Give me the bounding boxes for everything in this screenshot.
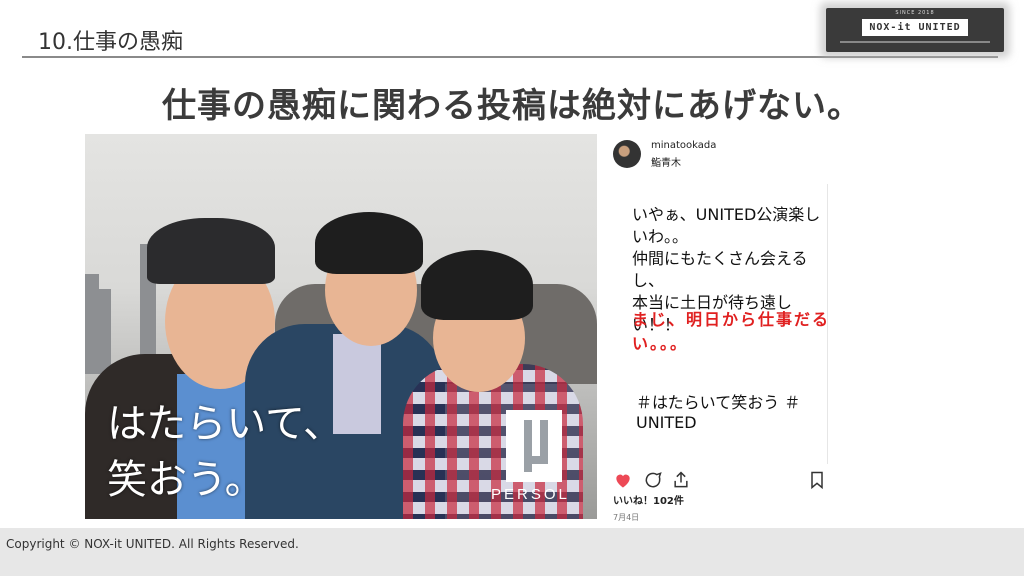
post-hashtags: ＃はたらいて笑おう ＃UNITED	[636, 393, 801, 432]
person-left-cap	[147, 218, 275, 284]
copyright-text: Copyright © NOX-it UNITED. All Rights Re…	[6, 537, 299, 551]
heart-icon[interactable]	[613, 470, 633, 490]
post-body-line-1: いやぁ、UNITED公演楽しいわ。。	[632, 205, 821, 246]
persol-ad-photo: はたらいて、 笑おう。 PERSOL	[85, 134, 597, 519]
post-location[interactable]: 鮨青木	[651, 154, 681, 169]
person-right-hair	[421, 250, 533, 320]
photo-caption: はたらいて、 笑おう。	[107, 396, 343, 508]
post-complaint-highlight: まじ、明日から仕事だるい。。。	[632, 310, 831, 353]
logo-since-text: SINCE 2018	[895, 10, 935, 16]
instagram-post: minatookada 鮨青木 いやぁ、UNITED公演楽しいわ。。 仲間にもた…	[605, 134, 833, 526]
caption-line-1: はたらいて、	[107, 401, 343, 447]
building-left-2	[99, 289, 111, 374]
logo-underline	[840, 41, 990, 43]
post-date: 7月4日	[613, 513, 640, 522]
headline: 仕事の愚痴に関わる投稿は絶対にあげない。	[162, 86, 862, 126]
footer-bar: Copyright © NOX-it UNITED. All Rights Re…	[0, 528, 1024, 576]
persol-logo-icon	[506, 410, 562, 482]
post-username[interactable]: minatookada	[651, 140, 716, 151]
post-body-line-2: 仲間にもたくさん会えるし、	[632, 249, 808, 290]
logo-name: NOX-it UNITED	[862, 19, 968, 36]
post-actions	[613, 470, 827, 490]
avatar[interactable]	[613, 140, 641, 168]
building-left	[85, 274, 99, 374]
company-logo: SINCE 2018 NOX-it UNITED	[826, 8, 1004, 52]
person-middle-hair	[315, 212, 423, 274]
comment-icon[interactable]	[643, 470, 663, 490]
title-divider	[22, 56, 998, 58]
bookmark-icon[interactable]	[807, 470, 827, 490]
caption-line-2: 笑おう。	[107, 457, 265, 503]
likes-count[interactable]: いいね！102件	[613, 492, 684, 507]
slide-title: 10.仕事の愚痴	[38, 30, 183, 55]
persol-brand-text: PERSOL	[491, 486, 570, 503]
share-icon[interactable]	[671, 470, 691, 490]
